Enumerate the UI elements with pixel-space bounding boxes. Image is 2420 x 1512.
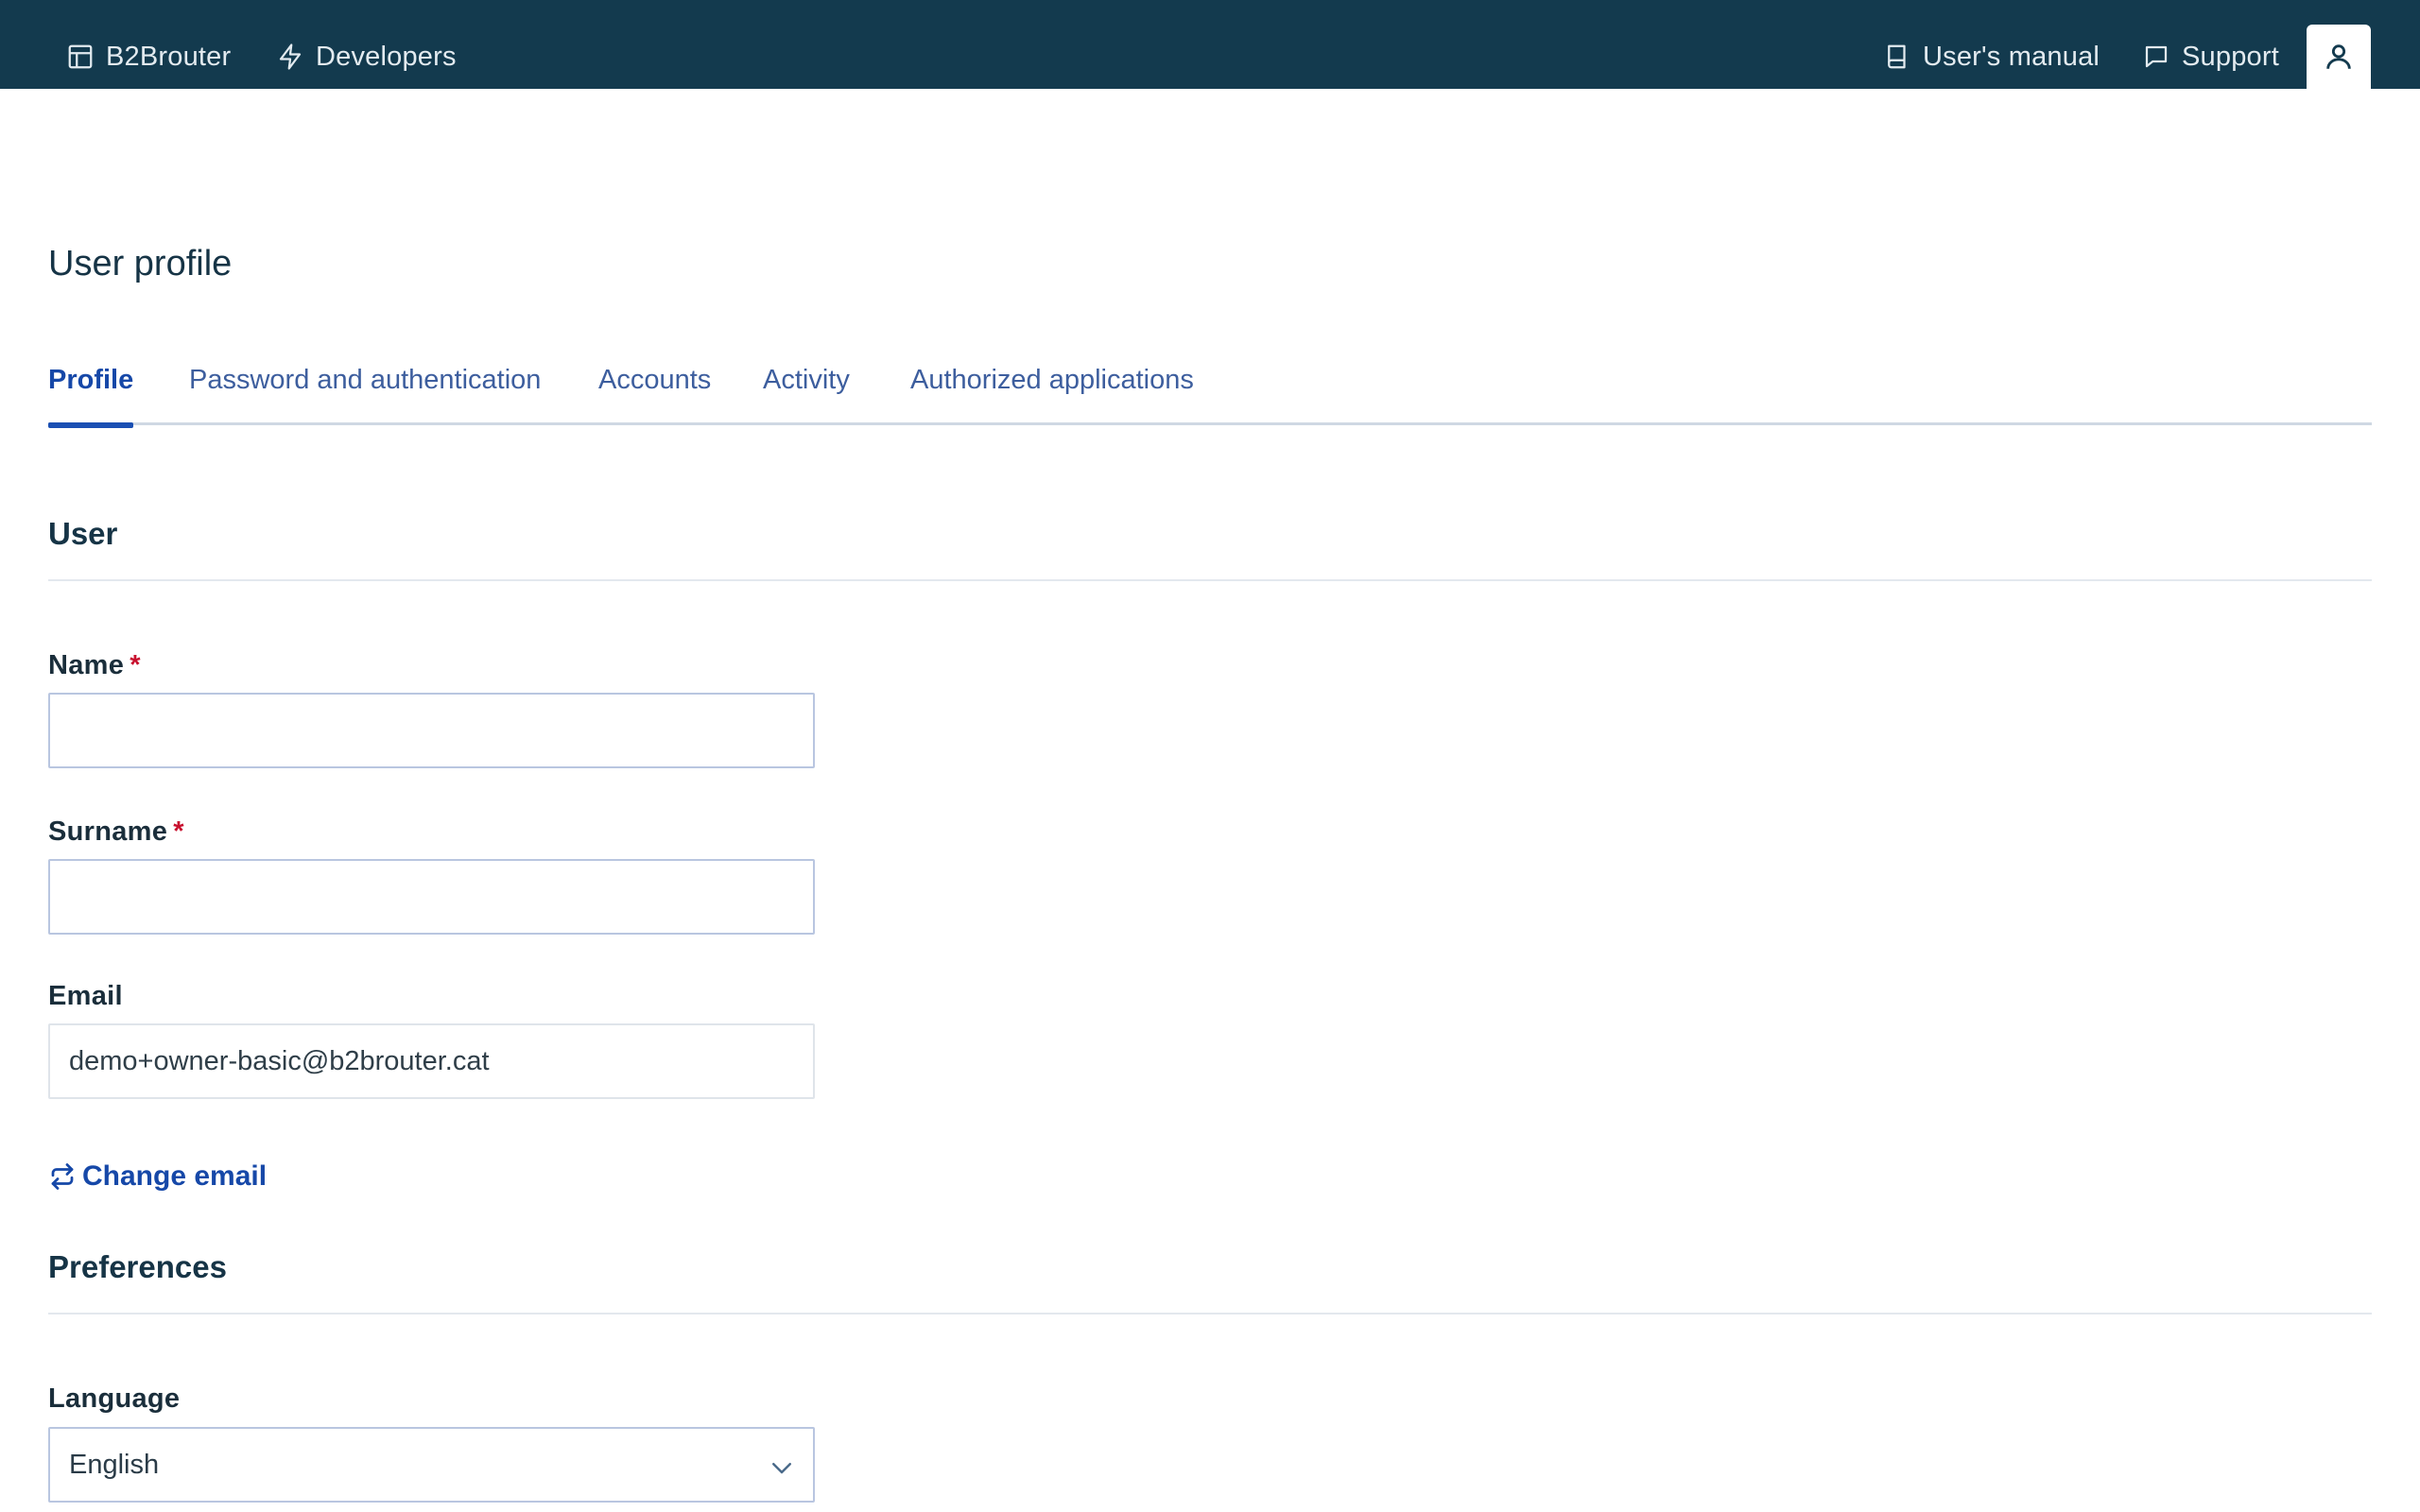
nav-brand-label: B2Brouter [106, 41, 232, 72]
tab-activity[interactable]: Activity [763, 359, 850, 425]
user-section-title: User [48, 516, 118, 551]
tab-accounts[interactable]: Accounts [598, 359, 711, 425]
book-icon [1888, 44, 1906, 69]
lightning-icon [279, 43, 302, 70]
tab-profile[interactable]: Profile [48, 359, 134, 428]
section-divider [48, 1313, 2372, 1314]
name-label-text: Name [48, 650, 125, 680]
tab-authorized-applications[interactable]: Authorized applications [910, 359, 1194, 425]
nav-support-label: Support [2182, 41, 2279, 72]
surname-label: Surname * [48, 816, 184, 848]
surname-label-text: Surname [48, 816, 168, 847]
required-mark: * [173, 816, 184, 847]
nav-manual-label: User's manual [1923, 41, 2100, 72]
nav-support-link[interactable]: Support [2142, 34, 2279, 79]
nav-developers-link[interactable]: Developers [276, 34, 457, 79]
profile-tabs: Profile Password and authentication Acco… [48, 359, 2372, 428]
language-select[interactable]: English [48, 1427, 815, 1503]
nav-manual-link[interactable]: User's manual [1883, 34, 2100, 79]
language-selected-value: English [69, 1449, 160, 1480]
nav-brand-link[interactable]: B2Brouter [66, 34, 231, 79]
required-mark: * [130, 650, 141, 680]
user-icon [2326, 44, 2351, 69]
tab-password-and-authentication[interactable]: Password and authentication [189, 359, 541, 425]
surname-input[interactable] [48, 859, 815, 935]
email-label: Email [48, 981, 123, 1011]
chat-icon [2145, 45, 2168, 68]
preferences-section-title: Preferences [48, 1249, 227, 1284]
email-field [48, 1023, 815, 1099]
layout-icon [68, 44, 93, 69]
swap-arrows-icon [51, 1163, 74, 1190]
top-navigation-bar: B2Brouter Developers User's manual Suppo… [0, 0, 2420, 89]
change-email-link[interactable]: Change email [48, 1160, 267, 1193]
nav-developers-label: Developers [316, 41, 457, 72]
section-divider [48, 579, 2372, 581]
change-email-label: Change email [82, 1160, 268, 1192]
language-label: Language [48, 1383, 181, 1414]
name-input[interactable] [48, 693, 815, 768]
name-label: Name * [48, 650, 141, 681]
user-menu-button[interactable] [2307, 25, 2371, 89]
chevron-down-icon [772, 1463, 791, 1474]
page-title: User profile [48, 244, 233, 284]
